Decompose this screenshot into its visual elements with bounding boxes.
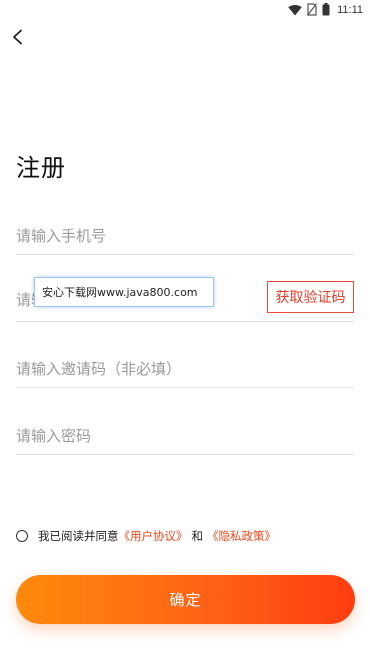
user-agreement-link[interactable]: 《用户协议》: [119, 528, 188, 544]
confirm-button[interactable]: 确定: [16, 575, 355, 624]
sim-off-icon: [307, 3, 318, 16]
agreement-and: 和: [191, 529, 204, 543]
invite-code-field: [16, 350, 354, 388]
phone-input[interactable]: [16, 218, 354, 254]
agree-radio[interactable]: [16, 530, 28, 542]
status-time: 11:11: [337, 3, 363, 16]
page-title: 注册: [16, 154, 66, 182]
invite-code-input[interactable]: [16, 350, 354, 387]
wifi-icon: [288, 4, 302, 16]
status-bar: 11:11: [0, 0, 370, 22]
chevron-left-icon: [11, 29, 25, 49]
privacy-policy-link[interactable]: 《隐私政策》: [207, 528, 276, 544]
agreement-row: 我已阅读并同意 《用户协议》 和 《隐私政策》: [16, 528, 276, 544]
agreement-prefix: 我已阅读并同意: [38, 529, 119, 543]
status-icons: 11:11: [288, 3, 363, 16]
password-input[interactable]: [16, 417, 354, 454]
watermark-tooltip: 安心下载网www.java800.com: [34, 277, 214, 307]
back-button[interactable]: [6, 27, 30, 51]
password-field: [16, 417, 354, 455]
phone-field: [16, 218, 354, 255]
battery-icon: [322, 3, 330, 16]
get-code-button[interactable]: 获取验证码: [267, 281, 354, 313]
